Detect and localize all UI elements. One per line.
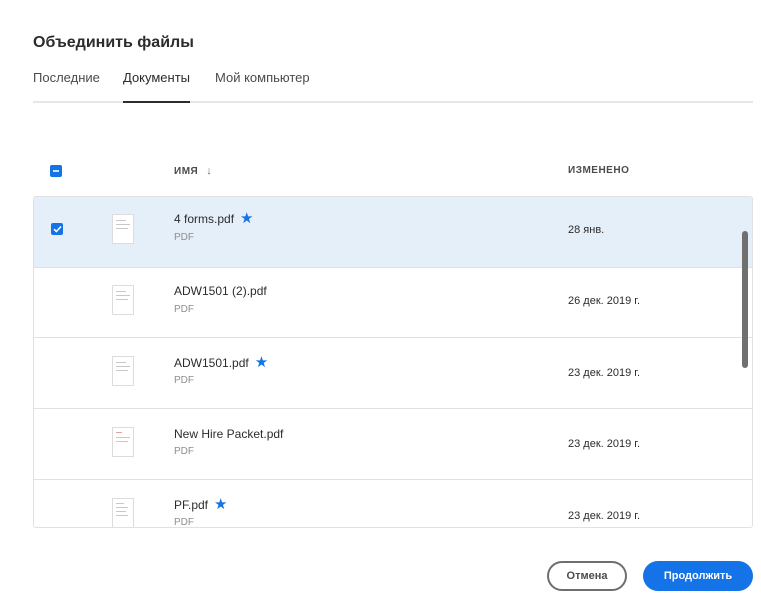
row-checkbox[interactable] bbox=[51, 223, 63, 235]
file-row[interactable]: ADW1501.pdf ★ PDF 23 дек. 2019 г. bbox=[34, 338, 752, 409]
tab-recent[interactable]: Последние bbox=[33, 70, 100, 101]
dialog-title: Объединить файлы bbox=[33, 34, 194, 51]
list-scrollbar[interactable] bbox=[742, 231, 748, 368]
file-modified-date: 23 дек. 2019 г. bbox=[568, 510, 641, 522]
table-header: ИМЯ ↓ ИЗМЕНЕНО bbox=[33, 150, 753, 196]
file-type: PDF bbox=[174, 517, 194, 528]
pdf-thumbnail-icon bbox=[112, 285, 134, 315]
file-row[interactable]: 4 forms.pdf ★ PDF 28 янв. bbox=[34, 197, 752, 268]
tab-documents[interactable]: Документы bbox=[123, 70, 191, 103]
file-modified-date: 23 дек. 2019 г. bbox=[568, 438, 641, 450]
file-name: ADW1501.pdf ★ bbox=[174, 355, 268, 370]
checkmark-icon bbox=[52, 225, 62, 233]
file-type: PDF bbox=[174, 232, 194, 243]
continue-button[interactable]: Продолжить bbox=[643, 561, 753, 591]
file-row[interactable]: ADW1501 (2).pdf PDF 26 дек. 2019 г. bbox=[34, 267, 752, 338]
file-name: ADW1501 (2).pdf bbox=[174, 284, 267, 298]
star-icon[interactable]: ★ bbox=[255, 355, 268, 370]
cancel-button[interactable]: Отмена bbox=[547, 561, 627, 591]
file-row[interactable]: New Hire Packet.pdf PDF 23 дек. 2019 г. bbox=[34, 409, 752, 480]
file-type: PDF bbox=[174, 446, 194, 457]
arrow-down-icon: ↓ bbox=[206, 165, 213, 177]
file-name: 4 forms.pdf ★ bbox=[174, 211, 253, 226]
pdf-thumbnail-icon bbox=[112, 356, 134, 386]
file-list[interactable]: 4 forms.pdf ★ PDF 28 янв. ADW1501 (2).pd… bbox=[33, 196, 753, 528]
star-icon[interactable]: ★ bbox=[240, 211, 253, 226]
column-header-name[interactable]: ИМЯ ↓ bbox=[174, 165, 212, 177]
file-modified-date: 26 дек. 2019 г. bbox=[568, 295, 641, 307]
file-row[interactable]: PF.pdf ★ PDF 23 дек. 2019 г. bbox=[34, 480, 752, 528]
file-modified-date: 28 янв. bbox=[568, 224, 605, 236]
file-name-text: PF.pdf bbox=[174, 498, 209, 512]
tab-bar: Последние Документы Мой компьютер bbox=[33, 70, 753, 103]
file-modified-date: 23 дек. 2019 г. bbox=[568, 367, 641, 379]
file-name-text: 4 forms.pdf bbox=[174, 212, 235, 226]
tab-my-computer[interactable]: Мой компьютер bbox=[215, 70, 310, 101]
file-name-text: ADW1501 (2).pdf bbox=[174, 284, 267, 298]
select-all-checkbox[interactable] bbox=[50, 165, 62, 177]
pdf-thumbnail-icon bbox=[112, 498, 134, 527]
minus-icon bbox=[53, 170, 59, 172]
pdf-thumbnail-icon bbox=[112, 214, 134, 244]
column-header-modified: ИЗМЕНЕНО bbox=[568, 165, 630, 176]
file-type: PDF bbox=[174, 375, 194, 386]
file-name: New Hire Packet.pdf bbox=[174, 427, 283, 441]
pdf-thumbnail-icon bbox=[112, 427, 134, 457]
star-icon[interactable]: ★ bbox=[214, 497, 227, 512]
file-name: PF.pdf ★ bbox=[174, 497, 227, 512]
file-name-text: ADW1501.pdf bbox=[174, 356, 249, 370]
file-type: PDF bbox=[174, 304, 194, 315]
column-name-label: ИМЯ bbox=[174, 166, 199, 177]
combine-files-dialog: Объединить файлы Последние Документы Мой… bbox=[0, 0, 761, 595]
file-name-text: New Hire Packet.pdf bbox=[174, 427, 284, 441]
